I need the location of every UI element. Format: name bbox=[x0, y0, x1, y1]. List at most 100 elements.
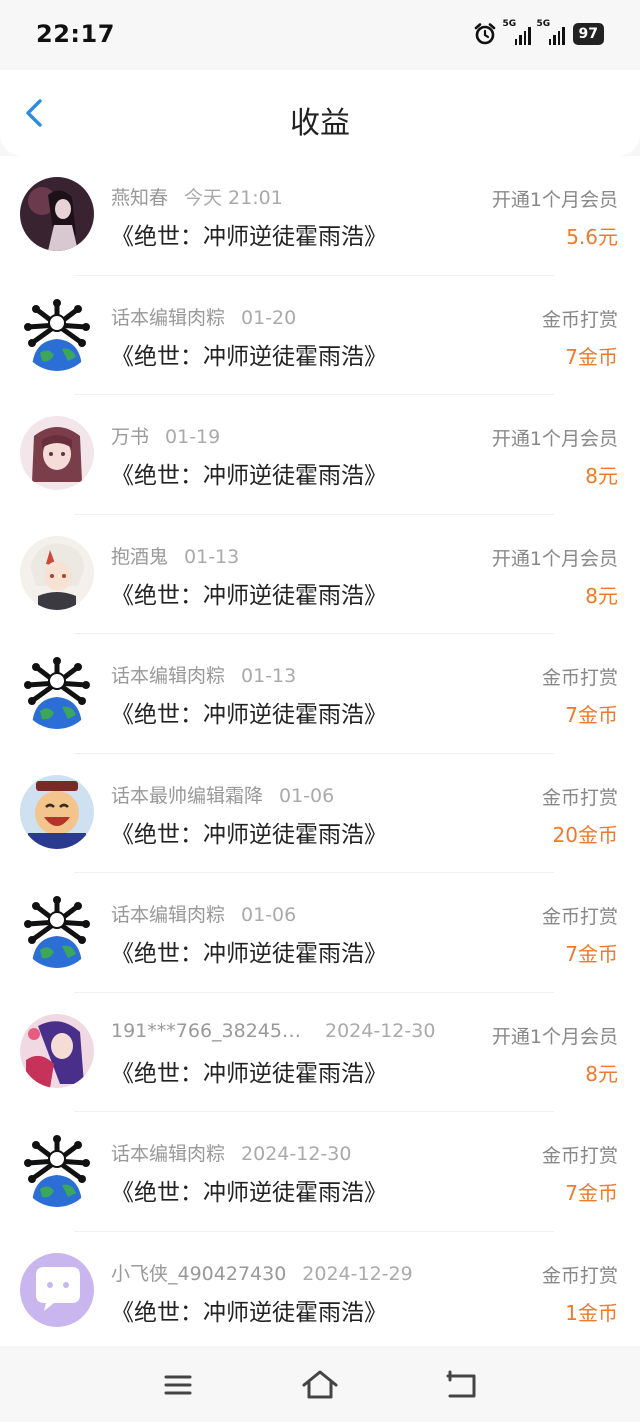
earning-amount: 7金币 bbox=[565, 942, 618, 966]
signal-icon-1: 5G bbox=[503, 19, 531, 45]
user-name: 燕知春 bbox=[111, 187, 169, 209]
cartoon-face-avatar-icon bbox=[20, 774, 94, 849]
book-title: 《绝世：冲师逆徒霍雨浩》 bbox=[111, 1060, 387, 1087]
row-meta: 话本编辑肉粽 01-20 bbox=[111, 303, 296, 330]
signal-icon-2: 5G bbox=[537, 19, 565, 45]
earth-avatar-icon bbox=[20, 1133, 94, 1207]
book-title: 《绝世：冲师逆徒霍雨浩》 bbox=[111, 1180, 387, 1206]
row-date: 今天 21:01 bbox=[184, 187, 283, 209]
row-date: 2024-12-30 bbox=[241, 1143, 352, 1165]
book-title: 《绝世：冲师逆徒霍雨浩》 bbox=[111, 821, 387, 848]
user-name: 话本编辑肉粽 bbox=[111, 1143, 226, 1165]
book-title: 《绝世：冲师逆徒霍雨浩》 bbox=[111, 582, 387, 609]
user-name: 抱酒鬼 bbox=[111, 545, 169, 568]
book-title: 《绝世：冲师逆徒霍雨浩》 bbox=[111, 941, 387, 967]
earning-type: 金币打赏 bbox=[541, 308, 618, 331]
book-title: 《绝世：冲师逆徒霍雨浩》 bbox=[111, 463, 387, 489]
row-meta: 抱酒鬼 01-13 bbox=[111, 542, 239, 569]
avatar[interactable] bbox=[20, 774, 94, 849]
page-header: 收益 bbox=[0, 70, 640, 156]
home-icon[interactable] bbox=[300, 1368, 340, 1402]
row-meta: 话本编辑肉粽 01-06 bbox=[111, 900, 296, 927]
row-date: 01-13 bbox=[241, 665, 297, 687]
earning-type: 开通1个月会员 bbox=[491, 1025, 618, 1048]
earning-amount: 8元 bbox=[585, 1061, 618, 1086]
avatar[interactable] bbox=[20, 1013, 94, 1088]
earnings-row[interactable]: 话本编辑肉粽 01-13 《绝世：冲师逆徒霍雨浩》 金币打赏 7金币 bbox=[0, 634, 640, 754]
row-date: 2024-12-30 bbox=[324, 1019, 436, 1042]
user-name: 小飞侠_490427430 bbox=[111, 1262, 287, 1285]
user-name: 话本编辑肉粽 bbox=[111, 904, 226, 926]
earnings-row[interactable]: 话本编辑肉粽 01-06 《绝世：冲师逆徒霍雨浩》 金币打赏 7金币 bbox=[0, 873, 640, 993]
system-nav-bar bbox=[0, 1346, 640, 1422]
earning-type: 金币打赏 bbox=[541, 1264, 618, 1287]
row-meta: 话本编辑肉粽 01-13 bbox=[111, 661, 296, 688]
row-date: 01-06 bbox=[241, 904, 297, 926]
row-date: 2024-12-29 bbox=[302, 1262, 413, 1285]
anime-boy-white-hair-avatar-icon bbox=[20, 535, 94, 610]
chat-bubble-avatar-icon bbox=[20, 1252, 94, 1327]
earning-type: 金币打赏 bbox=[541, 786, 618, 809]
status-bar: 22:17 5G 5G 97 bbox=[0, 0, 640, 70]
back-icon[interactable] bbox=[442, 1368, 482, 1402]
earning-amount: 8元 bbox=[585, 583, 618, 608]
book-title: 《绝世：冲师逆徒霍雨浩》 bbox=[111, 343, 387, 370]
earnings-row[interactable]: 话本编辑肉粽 2024-12-30 《绝世：冲师逆徒霍雨浩》 金币打赏 7金币 bbox=[0, 1112, 640, 1232]
earth-avatar-icon bbox=[20, 894, 94, 968]
anime-girl-pink-avatar-icon bbox=[20, 416, 94, 490]
avatar[interactable] bbox=[20, 655, 94, 729]
earning-amount: 1金币 bbox=[565, 1300, 618, 1325]
alarm-icon bbox=[474, 23, 495, 45]
signal-label-2: 5G bbox=[536, 19, 551, 29]
avatar[interactable] bbox=[20, 894, 94, 968]
earning-amount: 7金币 bbox=[565, 1181, 618, 1205]
earnings-row[interactable]: 话本编辑肉粽 01-20 《绝世：冲师逆徒霍雨浩》 金币打赏 7金币 bbox=[0, 276, 640, 395]
earning-amount: 7金币 bbox=[565, 344, 618, 369]
signal-label-1: 5G bbox=[502, 19, 517, 29]
earnings-row[interactable]: 191***766_38245… 2024-12-30 《绝世：冲师逆徒霍雨浩》 … bbox=[0, 993, 640, 1112]
avatar[interactable] bbox=[20, 416, 94, 490]
row-meta: 万书 01-19 bbox=[111, 422, 220, 449]
avatar[interactable] bbox=[20, 1133, 94, 1207]
earning-type: 开通1个月会员 bbox=[491, 189, 618, 211]
earning-amount: 7金币 bbox=[565, 703, 618, 727]
earnings-row[interactable]: 小飞侠_490427430 2024-12-29 《绝世：冲师逆徒霍雨浩》 金币打… bbox=[0, 1232, 640, 1352]
user-name: 191***766_38245… bbox=[111, 1019, 301, 1042]
status-time: 22:17 bbox=[36, 20, 115, 48]
earning-type: 开通1个月会员 bbox=[491, 547, 618, 570]
earning-amount: 5.6元 bbox=[566, 225, 618, 249]
earnings-list: 燕知春 今天 21:01 《绝世：冲师逆徒霍雨浩》 开通1个月会员 5.6元 话本… bbox=[0, 156, 640, 1346]
row-date: 01-06 bbox=[279, 784, 335, 807]
avatar[interactable] bbox=[20, 296, 94, 371]
earnings-row[interactable]: 燕知春 今天 21:01 《绝世：冲师逆徒霍雨浩》 开通1个月会员 5.6元 bbox=[0, 156, 640, 276]
earnings-row[interactable]: 话本最帅编辑霜降 01-06 《绝世：冲师逆徒霍雨浩》 金币打赏 20金币 bbox=[0, 754, 640, 873]
user-name: 话本编辑肉粽 bbox=[111, 665, 226, 687]
avatar[interactable] bbox=[20, 177, 94, 251]
row-date: 01-19 bbox=[165, 426, 221, 448]
book-title: 《绝世：冲师逆徒霍雨浩》 bbox=[111, 1299, 387, 1326]
book-title: 《绝世：冲师逆徒霍雨浩》 bbox=[111, 702, 387, 728]
earning-type: 金币打赏 bbox=[541, 667, 618, 689]
earnings-row[interactable]: 抱酒鬼 01-13 《绝世：冲师逆徒霍雨浩》 开通1个月会员 8元 bbox=[0, 515, 640, 634]
row-meta: 燕知春 今天 21:01 bbox=[111, 183, 283, 210]
earning-amount: 20金币 bbox=[552, 822, 618, 847]
earning-type: 开通1个月会员 bbox=[491, 428, 618, 450]
page-title: 收益 bbox=[290, 106, 350, 141]
status-icons: 5G 5G 97 bbox=[473, 19, 604, 46]
earth-avatar-icon bbox=[20, 296, 94, 371]
avatar[interactable] bbox=[20, 1252, 94, 1327]
menu-icon[interactable] bbox=[158, 1368, 198, 1402]
earth-avatar-icon bbox=[20, 655, 94, 729]
row-date: 01-20 bbox=[241, 306, 297, 329]
battery-indicator: 97 bbox=[572, 23, 604, 45]
earnings-row[interactable]: 万书 01-19 《绝世：冲师逆徒霍雨浩》 开通1个月会员 8元 bbox=[0, 395, 640, 515]
anime-girl-purple-avatar-icon bbox=[20, 1013, 94, 1088]
row-meta: 话本最帅编辑霜降 01-06 bbox=[111, 781, 334, 808]
row-meta: 191***766_38245… 2024-12-30 bbox=[111, 1020, 435, 1042]
earning-type: 金币打赏 bbox=[541, 1145, 618, 1167]
book-title: 《绝世：冲师逆徒霍雨浩》 bbox=[111, 224, 387, 250]
avatar[interactable] bbox=[20, 535, 94, 610]
user-name: 话本编辑肉粽 bbox=[111, 306, 226, 329]
earning-type: 金币打赏 bbox=[541, 906, 618, 928]
row-meta: 话本编辑肉粽 2024-12-30 bbox=[111, 1139, 351, 1166]
